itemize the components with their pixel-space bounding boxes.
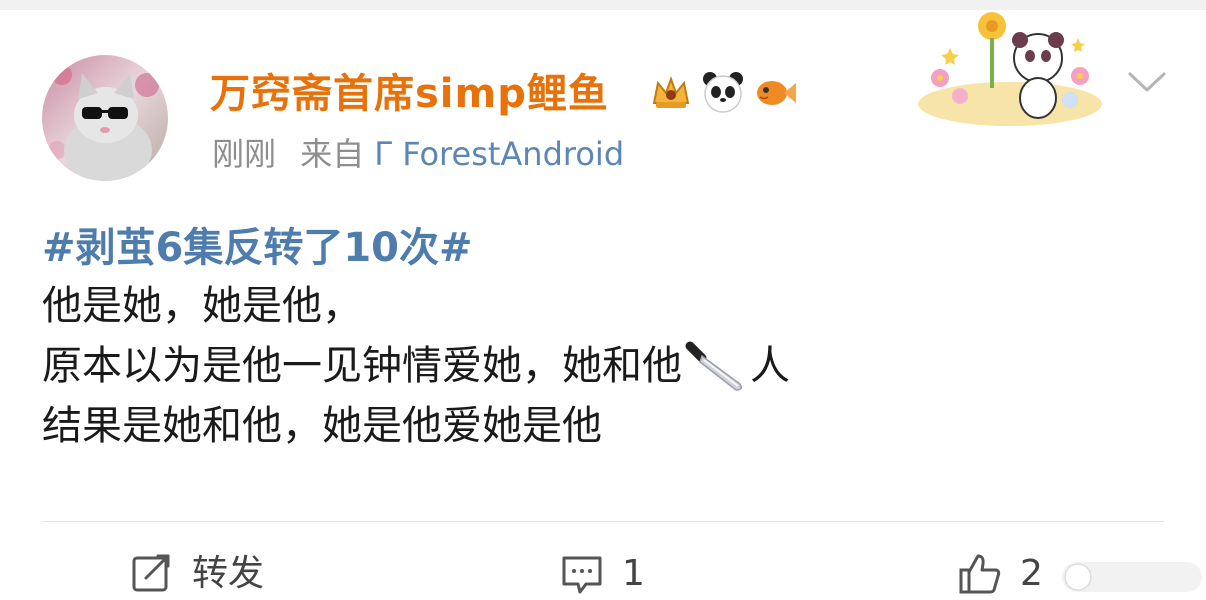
author-name[interactable]: 万窍斋首席simp鲤鱼 [210, 66, 609, 122]
chevron-down-icon[interactable] [1124, 62, 1170, 102]
source-prefix: 来自 [300, 135, 365, 173]
like-count: 2 [1020, 553, 1043, 594]
cat-avatar-icon [42, 55, 168, 181]
post-line-1: 他是她，她是他， [42, 283, 362, 329]
comment-icon [562, 556, 602, 594]
post-source[interactable]: Γ ForestAndroid [374, 135, 624, 173]
panda-badge-icon[interactable] [700, 69, 746, 115]
like-button[interactable]: 2 [958, 548, 1043, 600]
repost-button[interactable]: 转发 [130, 548, 264, 600]
thumbs-up-icon [959, 554, 1001, 594]
post-time: 刚刚 [212, 135, 277, 173]
action-divider [42, 521, 1164, 522]
panda-sunflower-decoration-icon [918, 12, 1102, 126]
post-line-2: 原本以为是他一见钟情爱她，她和他 人 [42, 336, 1162, 396]
comment-count: 1 [622, 553, 645, 594]
hashtag-link[interactable]: #剥茧6集反转了10次# [42, 220, 1162, 276]
repost-icon [132, 554, 170, 592]
badge-group [648, 68, 798, 116]
comment-button[interactable]: 1 [560, 548, 645, 600]
crown-badge-icon[interactable] [648, 69, 694, 115]
post-line-2-text: 原本以为是他一见钟情爱她，她和他 [42, 343, 682, 389]
post-line-3: 结果是她和他，她是他爱她是他 [42, 403, 602, 449]
post-line-2-tail: 人 [750, 343, 790, 389]
post-meta: 刚刚 来自 Γ ForestAndroid [212, 130, 624, 178]
repost-label: 转发 [192, 553, 265, 594]
goldfish-badge-icon[interactable] [752, 69, 798, 115]
toggle-overlay-icon [1062, 562, 1202, 592]
knife-emoji-icon [685, 341, 743, 391]
post-content: #剥茧6集反转了10次# 他是她，她是他， 原本以为是他一见钟情爱她，她和他 人… [42, 220, 1162, 456]
avatar[interactable] [42, 55, 168, 181]
